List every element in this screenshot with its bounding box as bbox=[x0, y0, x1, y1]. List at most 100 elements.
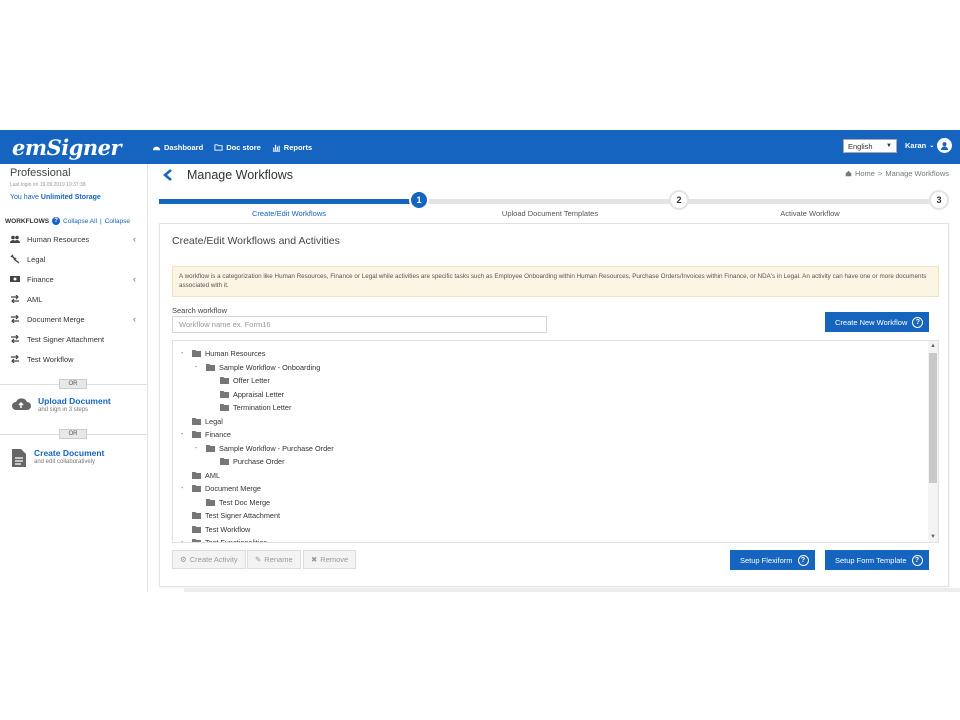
tree-node[interactable]: Termination Letter bbox=[209, 401, 291, 414]
folder-icon bbox=[220, 458, 229, 465]
tree-node[interactable]: - Human Resources bbox=[181, 347, 265, 360]
tree-node-label: Document Merge bbox=[205, 484, 261, 493]
user-icon bbox=[941, 142, 949, 150]
tree-node-label: Purchase Order bbox=[233, 457, 285, 466]
tree-node-label: Offer Letter bbox=[233, 376, 270, 385]
dashboard-icon bbox=[152, 146, 161, 150]
collapse-toggle[interactable]: - bbox=[181, 431, 192, 438]
search-workflow-input[interactable] bbox=[172, 316, 547, 333]
chevron-down-icon: ⌄ bbox=[929, 143, 935, 149]
scroll-down-icon[interactable]: ▼ bbox=[928, 532, 938, 542]
sidebar-item-human-resources[interactable]: Human Resources ‹ bbox=[0, 230, 147, 248]
nav-dashboard[interactable]: Dashboard bbox=[152, 143, 203, 152]
tree-node-label: Appraisal Letter bbox=[233, 389, 285, 399]
nav-reports[interactable]: Reports bbox=[272, 143, 312, 152]
folder-icon bbox=[192, 417, 201, 425]
breadcrumb-current: Manage Workflows bbox=[885, 169, 949, 178]
create-document-action[interactable]: Create Document and edit collaboratively bbox=[11, 448, 104, 468]
logo[interactable]: emSigner bbox=[0, 130, 148, 164]
workflow-tree: - Human Resources - Sample Workflow - Onboa… bbox=[172, 340, 939, 543]
folder-icon bbox=[206, 498, 215, 506]
chevron-left-icon bbox=[163, 169, 172, 181]
workflow-stepper: 1 2 3 Create/Edit Workflows Upload Docum… bbox=[159, 189, 951, 219]
folder-icon bbox=[192, 512, 201, 519]
tree-node-label: Test Doc Merge bbox=[219, 497, 271, 507]
chevron-left-icon[interactable]: ‹ bbox=[133, 314, 136, 324]
gear-icon: ⚙ bbox=[180, 555, 187, 564]
folder-icon bbox=[192, 539, 201, 542]
breadcrumb-home[interactable]: Home bbox=[855, 169, 875, 178]
collapse-toggle[interactable]: - bbox=[195, 445, 206, 452]
chevron-down-icon: ▼ bbox=[886, 143, 892, 149]
separator: | bbox=[100, 217, 102, 225]
pencil-icon: ✎ bbox=[255, 555, 262, 564]
collapse-toggle[interactable]: - bbox=[181, 539, 192, 542]
sidebar-item-test-workflow[interactable]: Test Workflow bbox=[0, 350, 147, 368]
create-new-workflow-button[interactable]: Create New Workflow ? bbox=[825, 312, 930, 332]
tree-node[interactable]: - Document Merge bbox=[181, 482, 261, 495]
tree-node[interactable]: Test Signer Attachment bbox=[181, 509, 280, 522]
upload-document-title[interactable]: Upload Document bbox=[38, 396, 111, 406]
workflow-icon bbox=[10, 354, 20, 364]
help-icon[interactable]: ? bbox=[52, 217, 61, 225]
setup-form-template-button[interactable]: Setup Form Template ? bbox=[825, 550, 929, 570]
tree-node[interactable]: - Sample Workflow - Purchase Order bbox=[195, 442, 334, 455]
tree-node[interactable]: Legal bbox=[181, 415, 223, 428]
tree-node[interactable]: - Sample Workflow - Onboarding bbox=[195, 361, 320, 374]
language-select[interactable]: English ▼ bbox=[843, 139, 897, 153]
tree-node[interactable]: Offer Letter bbox=[209, 374, 270, 387]
tree-node[interactable]: - Test Functionalities bbox=[181, 536, 267, 542]
breadcrumb-separator: > bbox=[877, 169, 883, 178]
upload-document-action[interactable]: Upload Document and sign in 3 steps bbox=[11, 396, 111, 413]
sidebar-item-test-signer-attachment[interactable]: Test Signer Attachment bbox=[0, 330, 147, 348]
sidebar-item-legal[interactable]: Legal bbox=[0, 250, 147, 268]
collapse-toggle[interactable]: - bbox=[195, 364, 206, 371]
step-2-circle[interactable]: 2 bbox=[669, 190, 689, 210]
sidebar-item-document-merge[interactable]: Document Merge ‹ bbox=[0, 310, 147, 328]
nav-doc-store[interactable]: Doc store bbox=[214, 143, 261, 152]
step-3-circle[interactable]: 3 bbox=[929, 190, 949, 210]
folder-icon bbox=[206, 444, 215, 452]
chevron-left-icon[interactable]: ‹ bbox=[133, 274, 136, 284]
sidebar-item-finance[interactable]: Finance ‹ bbox=[0, 270, 147, 288]
workflows-header: WORKFLOWS ? Collapse All | Collapse bbox=[5, 217, 131, 225]
step-1-circle[interactable]: 1 bbox=[409, 190, 429, 210]
folder-icon bbox=[206, 363, 215, 371]
step-2-label[interactable]: Upload Document Templates bbox=[470, 209, 630, 218]
create-document-title[interactable]: Create Document bbox=[34, 448, 104, 458]
back-button[interactable] bbox=[159, 166, 177, 184]
collapse-toggle[interactable]: - bbox=[181, 485, 192, 492]
create-activity-button[interactable]: ⚙ Create Activity bbox=[172, 550, 246, 569]
scrollbar[interactable]: ▲ ▼ bbox=[928, 341, 938, 542]
tree-node-label: Test Signer Attachment bbox=[205, 511, 281, 520]
collapse-toggle[interactable]: - bbox=[181, 350, 192, 357]
page-title: Manage Workflows bbox=[187, 168, 294, 182]
tree-node[interactable]: - Finance bbox=[181, 428, 231, 441]
workflow-icon bbox=[10, 294, 20, 304]
collapse-all-link[interactable]: Collapse All bbox=[63, 218, 97, 225]
rename-button[interactable]: ✎ Rename bbox=[247, 550, 301, 569]
tree-node[interactable]: Appraisal Letter bbox=[209, 388, 284, 401]
help-icon: ? bbox=[912, 316, 924, 328]
tree-node[interactable]: AML bbox=[181, 469, 220, 482]
folder-icon bbox=[192, 350, 201, 357]
tree-node[interactable]: Test Doc Merge bbox=[195, 496, 270, 509]
step-3-label[interactable]: Activate Workflow bbox=[730, 209, 890, 218]
sidebar-item-aml[interactable]: AML bbox=[0, 290, 147, 308]
step-1-label[interactable]: Create/Edit Workflows bbox=[209, 209, 369, 218]
user-menu[interactable]: Karan ⌄ bbox=[905, 138, 953, 153]
folder-icon bbox=[214, 143, 223, 151]
folder-icon bbox=[220, 404, 229, 411]
tree-node[interactable]: Purchase Order bbox=[209, 455, 285, 468]
chevron-left-icon[interactable]: ‹ bbox=[133, 234, 136, 244]
avatar[interactable] bbox=[937, 138, 953, 153]
remove-button[interactable]: ✖ Remove bbox=[303, 550, 357, 569]
folder-icon bbox=[192, 431, 201, 438]
tree-node[interactable]: Test Workflow bbox=[181, 523, 250, 536]
home-icon bbox=[845, 170, 852, 177]
setup-flexiform-button[interactable]: Setup Flexiform ? bbox=[730, 550, 815, 570]
folder-icon bbox=[220, 390, 229, 398]
scroll-up-icon[interactable]: ▲ bbox=[928, 341, 938, 351]
collapse-link[interactable]: Collapse bbox=[105, 218, 130, 225]
scroll-thumb[interactable] bbox=[929, 353, 937, 483]
